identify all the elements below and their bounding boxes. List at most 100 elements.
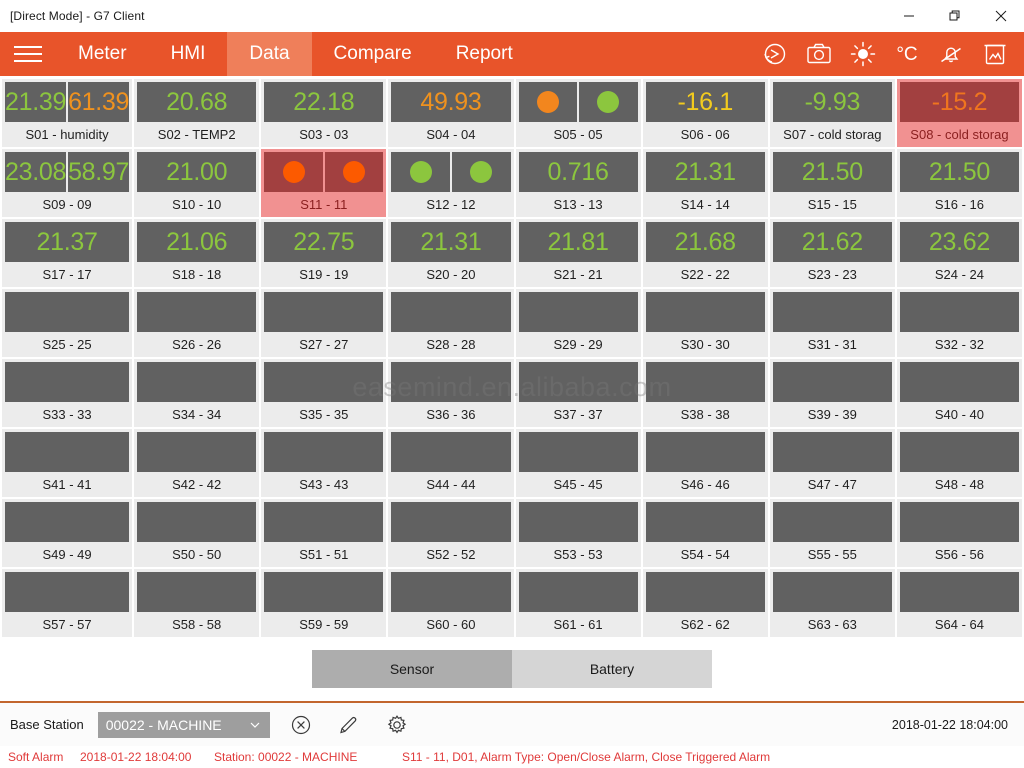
sensor-cell[interactable]: S49 - 49 <box>2 499 132 567</box>
sensor-cell[interactable]: -16.1S06 - 06 <box>643 79 768 147</box>
sensor-cell[interactable]: S26 - 26 <box>134 289 259 357</box>
minimize-icon[interactable] <box>886 0 932 32</box>
sensor-cell[interactable]: S37 - 37 <box>516 359 641 427</box>
sensor-value: 23.08 <box>5 152 66 192</box>
sensor-cell[interactable]: S51 - 51 <box>261 499 386 567</box>
sensor-cell[interactable]: 21.37S17 - 17 <box>2 219 132 287</box>
menu-item-meter[interactable]: Meter <box>56 32 149 76</box>
sensor-cell[interactable]: -9.93S07 - cold storag <box>770 79 895 147</box>
sensor-label: S33 - 33 <box>5 402 129 427</box>
sensor-cell[interactable]: S30 - 30 <box>643 289 768 357</box>
sensor-cell[interactable]: 22.75S19 - 19 <box>261 219 386 287</box>
edit-icon[interactable] <box>332 708 366 742</box>
sensor-cell[interactable]: S61 - 61 <box>516 569 641 637</box>
trash-image-icon[interactable] <box>976 32 1014 76</box>
bottom-tab-sensor[interactable]: Sensor <box>312 650 512 688</box>
sensor-cell[interactable]: S25 - 25 <box>2 289 132 357</box>
sensor-value-empty <box>137 362 256 402</box>
menu-item-hmi[interactable]: HMI <box>149 32 228 76</box>
sensor-cell[interactable]: S44 - 44 <box>388 429 513 497</box>
sensor-cell[interactable]: S60 - 60 <box>388 569 513 637</box>
sensor-cell[interactable]: S40 - 40 <box>897 359 1022 427</box>
brightness-icon[interactable] <box>844 32 882 76</box>
window-title: [Direct Mode] - G7 Client <box>0 9 145 23</box>
sensor-cell[interactable]: S29 - 29 <box>516 289 641 357</box>
sensor-cell[interactable]: 21.68S22 - 22 <box>643 219 768 287</box>
restore-icon[interactable] <box>932 0 978 32</box>
sync-icon[interactable] <box>756 32 794 76</box>
sensor-cell[interactable]: 21.06S18 - 18 <box>134 219 259 287</box>
status-dot-indicator <box>519 82 578 122</box>
menu-item-data[interactable]: Data <box>227 32 311 76</box>
sensor-cell[interactable]: S11 - 11 <box>261 149 386 217</box>
sensor-label: S51 - 51 <box>264 542 383 567</box>
base-station-select[interactable]: 00022 - MACHINE <box>98 712 270 738</box>
settings-icon[interactable] <box>380 708 414 742</box>
sensor-cell[interactable]: S45 - 45 <box>516 429 641 497</box>
menu-item-compare[interactable]: Compare <box>312 32 434 76</box>
bottom-tab-battery[interactable]: Battery <box>512 650 712 688</box>
sensor-cell[interactable]: S43 - 43 <box>261 429 386 497</box>
base-station-value: 00022 - MACHINE <box>106 717 248 733</box>
sensor-cell[interactable]: S35 - 35 <box>261 359 386 427</box>
sensor-cell[interactable]: 20.68S02 - TEMP2 <box>134 79 259 147</box>
sensor-cell[interactable]: 21.31S20 - 20 <box>388 219 513 287</box>
alarm-log-row[interactable]: Soft Alarm2018-01-22 18:04:00Station: 00… <box>0 746 1024 768</box>
sensor-cell[interactable]: S59 - 59 <box>261 569 386 637</box>
sensor-cell[interactable]: S31 - 31 <box>770 289 895 357</box>
close-icon[interactable] <box>978 0 1024 32</box>
sensor-cell[interactable]: 21.3961.39S01 - humidity <box>2 79 132 147</box>
sensor-cell[interactable]: 21.00S10 - 10 <box>134 149 259 217</box>
sensor-cell[interactable]: S55 - 55 <box>770 499 895 567</box>
title-bar: [Direct Mode] - G7 Client <box>0 0 1024 32</box>
sensor-cell[interactable]: S50 - 50 <box>134 499 259 567</box>
sensor-cell[interactable]: S48 - 48 <box>897 429 1022 497</box>
sensor-cell[interactable]: 21.81S21 - 21 <box>516 219 641 287</box>
sensor-value-box <box>773 432 892 472</box>
sensor-cell[interactable]: S41 - 41 <box>2 429 132 497</box>
sensor-value-box <box>646 502 765 542</box>
sensor-cell[interactable]: S28 - 28 <box>388 289 513 357</box>
sensor-cell[interactable]: S42 - 42 <box>134 429 259 497</box>
sensor-cell[interactable]: 23.62S24 - 24 <box>897 219 1022 287</box>
sensor-cell[interactable]: S38 - 38 <box>643 359 768 427</box>
clear-icon[interactable] <box>284 708 318 742</box>
sensor-cell[interactable]: S34 - 34 <box>134 359 259 427</box>
sensor-cell[interactable]: S47 - 47 <box>770 429 895 497</box>
sensor-cell[interactable]: S58 - 58 <box>134 569 259 637</box>
sensor-value-box <box>519 572 638 612</box>
sensor-cell[interactable]: 0.716S13 - 13 <box>516 149 641 217</box>
sensor-cell[interactable]: S54 - 54 <box>643 499 768 567</box>
sensor-cell[interactable]: S12 - 12 <box>388 149 513 217</box>
sensor-cell[interactable]: S63 - 63 <box>770 569 895 637</box>
sensor-cell[interactable]: -15.2S08 - cold storag <box>897 79 1022 147</box>
menu-icon[interactable] <box>0 32 56 76</box>
sensor-cell[interactable]: 21.50S15 - 15 <box>770 149 895 217</box>
sensor-cell[interactable]: S32 - 32 <box>897 289 1022 357</box>
sensor-cell[interactable]: S36 - 36 <box>388 359 513 427</box>
sensor-value-box <box>264 152 383 192</box>
sensor-cell[interactable]: 22.18S03 - 03 <box>261 79 386 147</box>
menu-item-report[interactable]: Report <box>434 32 535 76</box>
sensor-cell[interactable]: S05 - 05 <box>516 79 641 147</box>
sensor-cell[interactable]: S53 - 53 <box>516 499 641 567</box>
sensor-cell[interactable]: S62 - 62 <box>643 569 768 637</box>
sensor-cell[interactable]: S64 - 64 <box>897 569 1022 637</box>
sensor-cell[interactable]: S27 - 27 <box>261 289 386 357</box>
sensor-cell[interactable]: S57 - 57 <box>2 569 132 637</box>
sensor-cell[interactable]: S33 - 33 <box>2 359 132 427</box>
bell-muted-icon[interactable] <box>932 32 970 76</box>
sensor-cell[interactable]: 49.93S04 - 04 <box>388 79 513 147</box>
sensor-cell[interactable]: S56 - 56 <box>897 499 1022 567</box>
sensor-cell[interactable]: 21.50S16 - 16 <box>897 149 1022 217</box>
sensor-cell[interactable]: S46 - 46 <box>643 429 768 497</box>
camera-icon[interactable] <box>800 32 838 76</box>
sensor-cell[interactable]: 21.31S14 - 14 <box>643 149 768 217</box>
sensor-cell[interactable]: 21.62S23 - 23 <box>770 219 895 287</box>
sensor-cell[interactable]: 23.0858.97S09 - 09 <box>2 149 132 217</box>
sensor-cell[interactable]: S52 - 52 <box>388 499 513 567</box>
celsius-icon[interactable]: °C <box>888 32 926 76</box>
status-dot-icon <box>537 91 559 113</box>
sensor-label: S23 - 23 <box>773 262 892 287</box>
sensor-cell[interactable]: S39 - 39 <box>770 359 895 427</box>
